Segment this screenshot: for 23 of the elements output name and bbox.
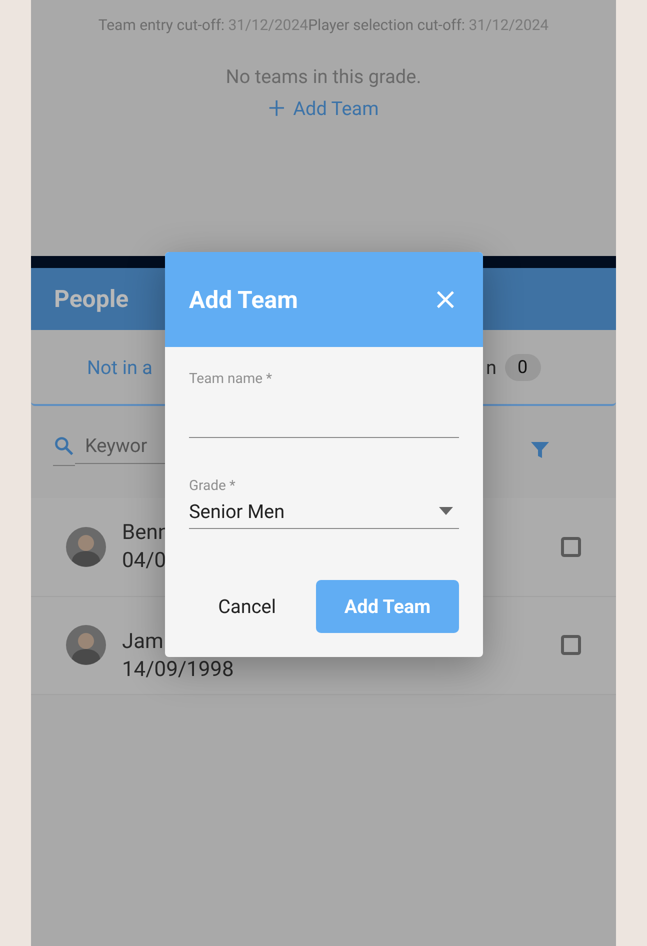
avatar-icon (66, 625, 106, 666)
close-button[interactable]: × (432, 284, 458, 314)
grade-dropdown[interactable]: Grade * Senior Men (189, 478, 459, 529)
tab[interactable]: n 0 (486, 330, 541, 404)
person-date: 04/0 (122, 548, 168, 573)
dialog-title: Add Team (189, 286, 298, 314)
cancel-button[interactable]: Cancel (194, 580, 300, 633)
person-date: 14/09/1998 (122, 658, 235, 682)
empty-message: No teams in this grade. (226, 65, 422, 88)
tab[interactable]: Not in a (87, 330, 152, 404)
panel-title: People (54, 285, 129, 313)
add-team-link[interactable]: + Add Team (268, 97, 379, 120)
add-team-button[interactable]: Add Team (316, 580, 459, 633)
person-name: Jam (122, 630, 164, 654)
filter-icon[interactable] (530, 440, 550, 460)
team-name-field[interactable]: Team name * (189, 371, 459, 438)
caret-icon (439, 507, 453, 515)
avatar-icon (66, 526, 106, 567)
count-badge: 0 (504, 354, 541, 380)
checkbox[interactable] (561, 635, 581, 656)
search-field[interactable]: Keywor (75, 428, 185, 464)
plus-icon: + (268, 98, 286, 118)
checkbox[interactable] (561, 536, 581, 557)
